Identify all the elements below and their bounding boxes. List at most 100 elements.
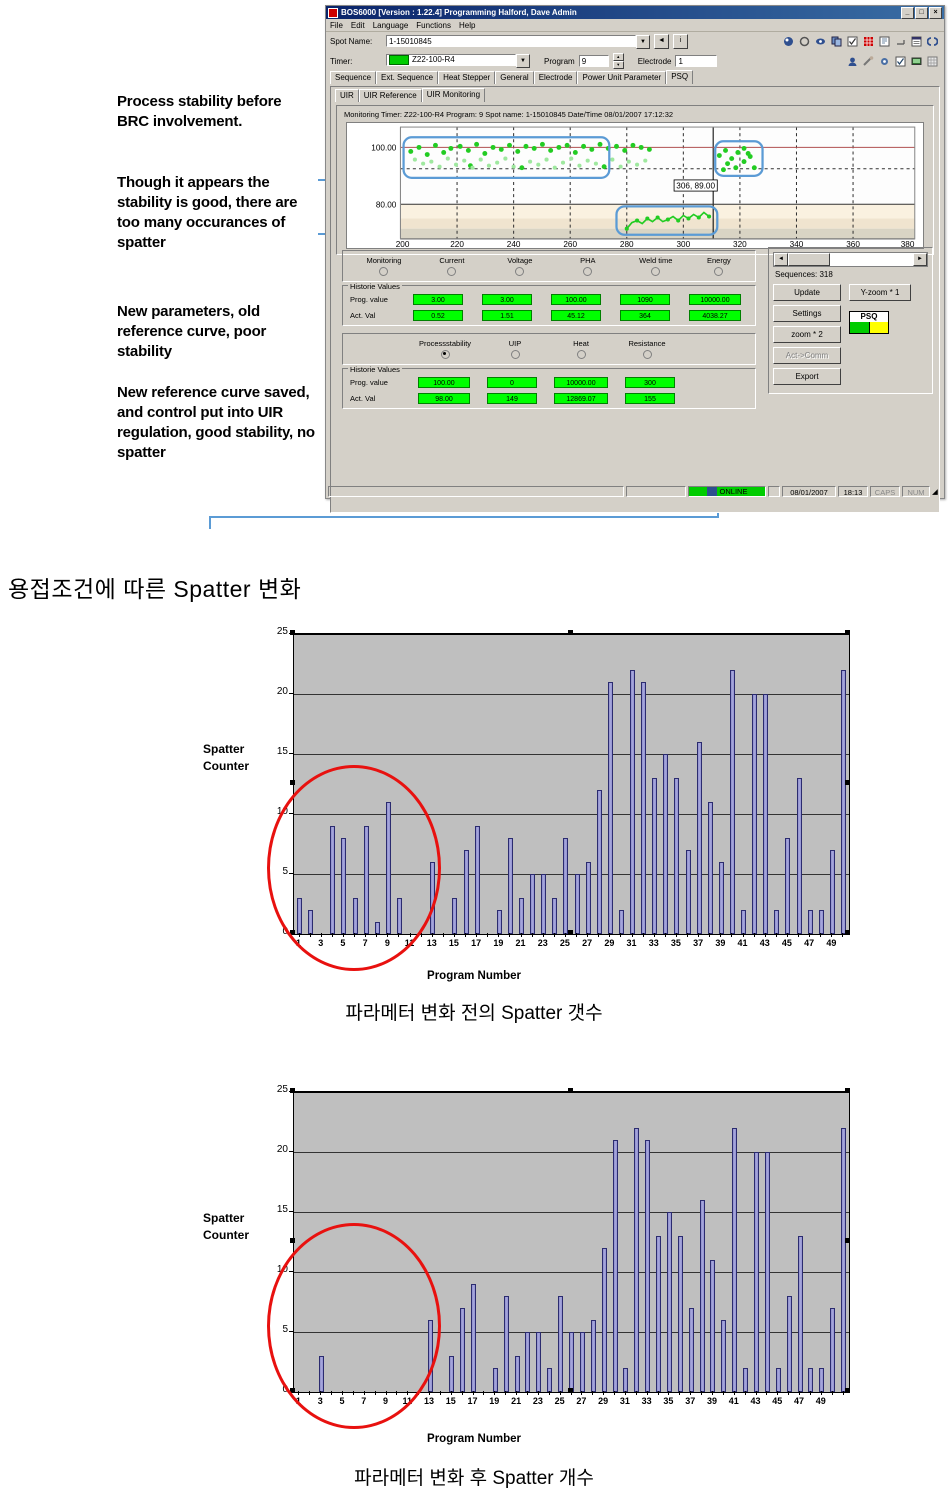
radio-energy[interactable]: Energy (690, 256, 748, 276)
tab-general[interactable]: General (495, 71, 534, 84)
radio-current-dot[interactable] (447, 267, 457, 276)
timer-combo[interactable]: Z22-100-R4 ▼ (386, 54, 530, 68)
toolbar-primary[interactable] (781, 34, 940, 49)
scroll-thumb[interactable] (788, 253, 830, 266)
grid-table-icon[interactable] (925, 53, 940, 69)
menu-edit[interactable]: Edit (351, 21, 365, 30)
radio-processstability-dot[interactable] (440, 350, 450, 359)
chart2-plot[interactable]: 0 5 10 15 20 25 1 3 5 7 9 11 13 15 17 19 21 23 25 27 29 31 33 3… (0, 1075, 948, 1440)
eye-icon[interactable] (813, 34, 828, 49)
radio-heat[interactable]: Heat (548, 339, 614, 359)
tab-psq[interactable]: PSQ (666, 70, 694, 84)
globe-icon[interactable] (781, 34, 796, 49)
menu-functions[interactable]: Functions (416, 21, 451, 30)
window-buttons[interactable]: _ □ × (901, 6, 942, 19)
sequence-scrollbar[interactable]: ◄ ► (773, 252, 928, 267)
menu-language[interactable]: Language (373, 21, 409, 30)
selection-handle[interactable] (290, 630, 295, 635)
close-button[interactable]: × (929, 6, 942, 19)
grid-red-icon[interactable] (861, 34, 876, 49)
timer-input[interactable]: Z22-100-R4 (386, 54, 516, 66)
tab-power-unit-parameter[interactable]: Power Unit Parameter (577, 71, 667, 84)
tab-heat-stepper[interactable]: Heat Stepper (438, 71, 496, 84)
radio-weld-time-dot[interactable] (651, 267, 661, 276)
radio-resistance[interactable]: Resistance (614, 339, 680, 359)
minimize-button[interactable]: _ (901, 6, 914, 19)
selection-handle[interactable] (290, 780, 295, 785)
selection-handle[interactable] (845, 780, 850, 785)
radio-voltage[interactable]: Voltage (486, 256, 554, 276)
selection-handle[interactable] (290, 1238, 295, 1243)
main-tab-bar[interactable]: Sequence Ext. Sequence Heat Stepper Gene… (326, 70, 944, 84)
menu-help[interactable]: Help (459, 21, 475, 30)
control-panel[interactable]: ◄ ► Sequences: 318 Update Settings zoom … (768, 247, 933, 394)
selection-handle[interactable] (567, 930, 573, 935)
scroll-left-icon[interactable]: ◄ (774, 253, 788, 266)
selection-handle[interactable] (567, 630, 573, 635)
monitor-icon[interactable] (909, 53, 924, 69)
selection-handle[interactable] (845, 930, 850, 935)
sub-tab-bar[interactable]: UIR UIR Reference UIR Monitoring (331, 88, 939, 102)
tab-ext-sequence[interactable]: Ext. Sequence (376, 71, 439, 84)
list-icon[interactable] (909, 34, 924, 49)
menu-file[interactable]: File (330, 21, 343, 30)
program-input[interactable]: 9 (578, 55, 609, 67)
copy-icon[interactable] (829, 34, 844, 49)
radio-uip-dot[interactable] (510, 350, 520, 359)
radio-current[interactable]: Current (418, 256, 486, 276)
radio-row-2[interactable]: Processstability UIP Heat Resistance (346, 337, 752, 361)
tools-icon[interactable] (861, 53, 876, 69)
selection-handle[interactable] (845, 630, 850, 635)
tab-electrode[interactable]: Electrode (533, 71, 578, 84)
notes-icon[interactable] (877, 34, 892, 49)
monitoring-radio-group[interactable]: Monitoring Current Voltage PHA Weld time… (342, 250, 756, 282)
uir-monitoring-chart[interactable]: 306, 89.00 100.00 80.00 200 220 240 260 … (346, 122, 924, 249)
radio-voltage-dot[interactable] (515, 267, 525, 276)
radio-pha-dot[interactable] (583, 267, 593, 276)
selection-handle[interactable] (845, 1238, 850, 1243)
chevron-down-icon[interactable]: ▼ (636, 34, 650, 49)
settings-blue-icon[interactable] (877, 53, 892, 69)
program-spinner[interactable]: ▲ ▼ (612, 53, 624, 69)
selection-handle[interactable] (845, 1088, 850, 1093)
radio-processstability[interactable]: Processstability (408, 339, 482, 359)
radio-monitoring-dot[interactable] (379, 267, 389, 276)
resize-grip-icon[interactable]: ◢ (932, 487, 942, 496)
radio-monitoring[interactable]: Monitoring (350, 256, 418, 276)
info-icon[interactable]: i (673, 34, 688, 49)
radio-heat-dot[interactable] (576, 350, 586, 359)
selection-handle[interactable] (845, 1388, 850, 1393)
update-button[interactable]: Update (773, 284, 841, 301)
check-icon[interactable] (893, 53, 908, 69)
minimize-window-icon[interactable] (893, 34, 908, 49)
spot-name-combo[interactable]: 1-15010845 ▼ (386, 34, 650, 49)
zoom-x2-button[interactable]: zoom * 2 (773, 326, 841, 343)
tab-sequence[interactable]: Sequence (330, 71, 377, 84)
refresh-icon[interactable] (797, 34, 812, 49)
settings-button[interactable]: Settings (773, 305, 841, 322)
toolbar-secondary[interactable] (845, 53, 940, 69)
back-arrow-icon[interactable]: ◄ (654, 34, 669, 49)
menu-bar[interactable]: File Edit Language Functions Help (326, 19, 944, 32)
bos6000-application-window[interactable]: BOS6000 [Version : 1.22.4] Programming H… (325, 5, 945, 513)
checkbox-icon[interactable] (845, 34, 860, 49)
radio-resistance-dot[interactable] (642, 350, 652, 359)
user-blue-icon[interactable] (845, 53, 860, 69)
maximize-button[interactable]: □ (915, 6, 928, 19)
radio-uip[interactable]: UIP (482, 339, 548, 359)
spot-name-input[interactable]: 1-15010845 (386, 34, 636, 47)
radio-pha[interactable]: PHA (554, 256, 622, 276)
selection-handle[interactable] (567, 1088, 573, 1093)
tab-uir-reference[interactable]: UIR Reference (358, 89, 422, 102)
export-button[interactable]: Export (773, 368, 841, 385)
scroll-right-icon[interactable]: ► (913, 253, 927, 266)
tab-uir-monitoring[interactable]: UIR Monitoring (421, 88, 486, 102)
radio-weld-time[interactable]: Weld time (622, 256, 690, 276)
y-zoom-button[interactable]: Y-zoom * 1 (849, 284, 911, 301)
processstability-radio-group[interactable]: Processstability UIP Heat Resistance (342, 333, 756, 365)
radio-row-1[interactable]: Monitoring Current Voltage PHA Weld time… (346, 254, 752, 278)
selection-handle[interactable] (567, 1388, 573, 1393)
timer-chevron-down-icon[interactable]: ▼ (516, 54, 530, 68)
radio-energy-dot[interactable] (714, 267, 724, 276)
electrode-input[interactable]: 1 (675, 55, 718, 67)
